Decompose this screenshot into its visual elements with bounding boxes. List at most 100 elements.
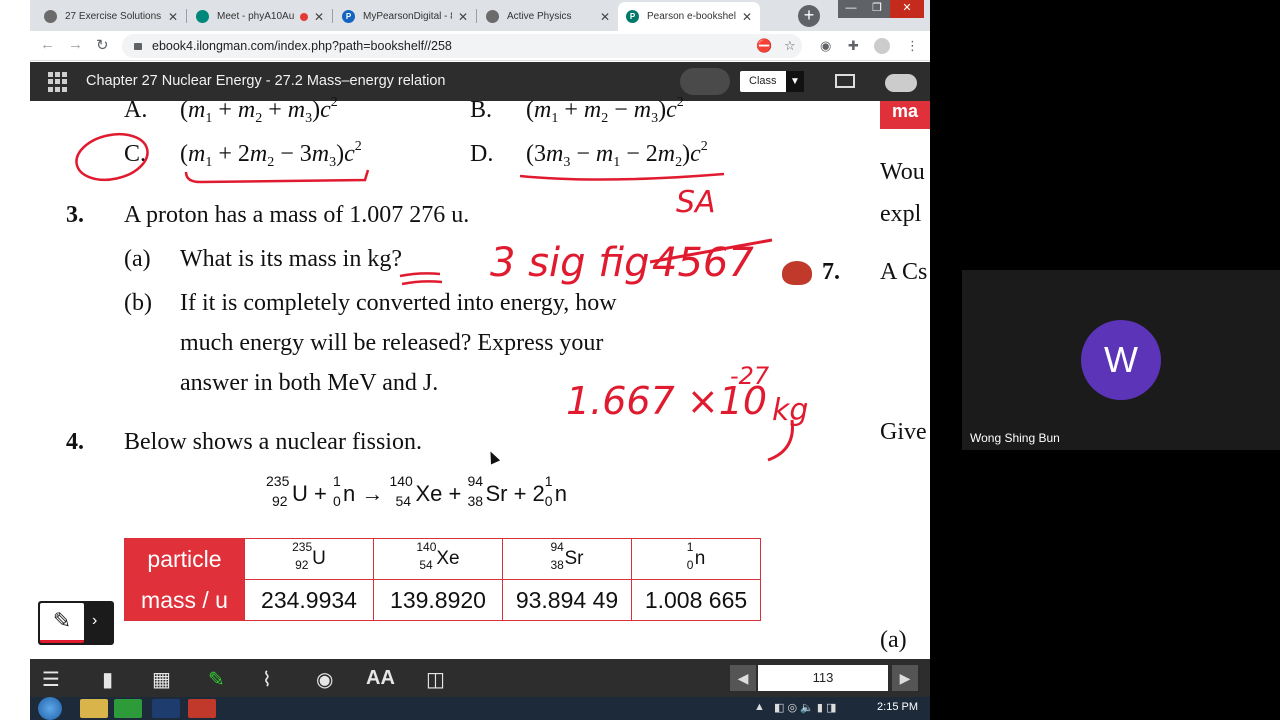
particle-mass-table: particle 235 92 U 140 54 Xe 94 38 Sr 10n mass … (124, 538, 761, 621)
avatar: W (1081, 320, 1161, 400)
app-icon[interactable] (152, 699, 180, 718)
pen-tool-palette[interactable]: ✎ › (38, 601, 114, 645)
forward-arrow-icon[interactable]: → (68, 36, 83, 53)
url-field[interactable]: ebook4.ilongman.com/index.php?path=books… (122, 34, 802, 58)
profile-avatar[interactable] (874, 38, 890, 54)
option-d-label: D. (470, 141, 494, 167)
new-tab-button[interactable]: + (798, 5, 820, 27)
menu-dots-icon[interactable]: ⋮ (906, 38, 919, 54)
right-column-text: expl (880, 201, 922, 227)
pen-icon[interactable]: ✎ (40, 603, 84, 643)
right-column-text: (a) (880, 627, 907, 653)
file-explorer-icon[interactable] (80, 699, 108, 718)
option-b-formula: (m1 + m2 − m3)c2 (526, 95, 684, 126)
tab-active-physics[interactable]: Active Physics ✕ (478, 2, 618, 31)
screen-border-right (930, 0, 962, 720)
dual-page-icon[interactable]: ◫ (426, 667, 445, 691)
ebook-header: Chapter 27 Nuclear Energy - 27.2 Mass–en… (30, 62, 930, 101)
page-number-input[interactable]: 113 (758, 665, 888, 691)
question-3a-label: (a) (124, 246, 151, 272)
network-icon[interactable] (680, 68, 730, 95)
tab-pearson-ebookshelf[interactable]: P Pearson e-bookshelf ✕ (618, 2, 760, 31)
close-icon[interactable]: ✕ (458, 10, 468, 24)
question-3a-text: What is its mass in kg? (180, 246, 402, 272)
windows-start-icon[interactable] (38, 697, 62, 720)
previous-page-button[interactable]: ◀ (730, 665, 756, 691)
chrome-icon[interactable] (114, 699, 142, 718)
bookmark-icon[interactable]: ▮ (102, 667, 113, 691)
right-column-text: Give (880, 419, 927, 445)
tray-icons[interactable]: ◧ ◎ 🔈 ▮ ◨ (774, 701, 836, 714)
tab-exercise-solutions[interactable]: 27 Exercise Solutions ✕ (36, 2, 186, 31)
browser-tab-bar: 27 Exercise Solutions ✕ Meet - phyA10Au … (30, 0, 930, 31)
question-3-number: 3. (66, 202, 84, 228)
star-icon[interactable]: ☆ (784, 38, 796, 54)
chevron-right-icon[interactable]: › (92, 612, 97, 630)
eye-icon[interactable]: ◉ (316, 667, 333, 691)
question-3b-label: (b) (124, 290, 152, 316)
next-page-button[interactable]: ▶ (892, 665, 918, 691)
meet-icon (196, 10, 209, 23)
table-cell: 139.8920 (373, 579, 503, 621)
option-c-formula: (m1 + 2m2 − 3m3)c2 (180, 139, 362, 170)
pen-icon[interactable]: ✎ (208, 667, 225, 691)
table-row: particle 235 92 U 140 54 Xe 94 38 Sr 10n (124, 538, 761, 580)
taskbar-clock: 2:15 PM (877, 701, 918, 713)
table-row-header: mass / u (124, 579, 245, 621)
option-d-formula: (3m3 − m1 − 2m2)c2 (526, 139, 708, 170)
minimize-icon[interactable]: — (838, 0, 864, 18)
back-arrow-icon[interactable]: ← (40, 36, 55, 53)
close-icon[interactable]: ✕ (168, 10, 178, 24)
ebook-toolbar: ☰ ▮ ▦ ✎ ⌇ ◉ AA ◫ ◀ 113 ▶ (30, 659, 930, 697)
option-b-label: B. (470, 97, 493, 123)
class-select[interactable]: Class ▼ (740, 71, 804, 92)
table-cell: 140 54 Xe (373, 538, 503, 580)
table-cell: 10n (631, 538, 761, 580)
globe-icon (44, 10, 57, 23)
participant-tile[interactable]: W Wong Shing Bun (962, 270, 1280, 450)
blocked-popup-icon[interactable]: ⛔ (756, 38, 772, 54)
ebook-page: A. (m1 + m2 + m3)c2 B. (m1 + m2 − m3)c2 … (30, 95, 930, 659)
option-a-formula: (m1 + m2 + m3)c2 (180, 95, 338, 126)
tab-mypearson[interactable]: P MyPearsonDigital - 8 ✕ (334, 2, 476, 31)
windows-taskbar: ▲ ◧ ◎ 🔈 ▮ ◨ 2:15 PM (30, 697, 930, 720)
reload-icon[interactable]: ↻ (96, 36, 109, 54)
tab-meet[interactable]: Meet - phyA10Au ✕ (188, 2, 332, 31)
recording-icon (299, 12, 308, 21)
table-row: mass / u 234.9934 139.8920 93.894 49 1.0… (124, 579, 761, 621)
page-navigator: ◀ 113 ▶ (730, 665, 918, 691)
question-4-text: Below shows a nuclear fission. (124, 429, 422, 455)
grid-menu-icon[interactable] (48, 72, 68, 92)
pearson-icon: P (626, 10, 639, 23)
fission-equation: 235 92 U + 10n → 140 54 Xe + 94 38 Sr + 210n (266, 473, 568, 509)
question-4-number: 4. (66, 429, 84, 455)
right-column-text: A Cs (880, 259, 928, 285)
cloud-icon[interactable] (885, 74, 917, 92)
question-3b-line2: much energy will be released? Express yo… (180, 330, 604, 356)
font-size-icon[interactable]: AA (366, 667, 395, 690)
participant-name: Wong Shing Bun (970, 431, 1060, 445)
hat-icon (782, 261, 812, 285)
puzzle-icon[interactable]: ✚ (848, 38, 859, 54)
contents-list-icon[interactable]: ☰ (42, 667, 60, 691)
table-cell: 1.008 665 (631, 579, 761, 621)
globe-icon (486, 10, 499, 23)
paperclip-icon[interactable]: ⌇ (262, 667, 272, 691)
close-icon[interactable]: ✕ (742, 10, 752, 24)
close-icon[interactable]: ✕ (314, 10, 324, 24)
close-window-icon[interactable]: ✕ (890, 0, 924, 18)
chapter-title: Chapter 27 Nuclear Energy - 27.2 Mass–en… (86, 73, 446, 89)
tray-arrow-icon[interactable]: ▲ (754, 701, 765, 713)
question-3b-line3: answer in both MeV and J. (180, 370, 439, 396)
mail-icon[interactable] (835, 74, 855, 88)
question-3b-line1: If it is completely converted into energ… (180, 290, 617, 316)
address-bar: ← → ↻ ebook4.ilongman.com/index.php?path… (30, 31, 930, 61)
extension-icon[interactable]: ◉ (820, 38, 831, 54)
maximize-icon[interactable]: ❐ (864, 0, 890, 18)
thumbnails-grid-icon[interactable]: ▦ (152, 667, 171, 691)
table-cell: 94 38 Sr (502, 538, 632, 580)
powerpoint-icon[interactable] (188, 699, 216, 718)
close-icon[interactable]: ✕ (600, 10, 610, 24)
right-column-text: Wou (880, 159, 925, 185)
table-cell: 234.9934 (244, 579, 374, 621)
